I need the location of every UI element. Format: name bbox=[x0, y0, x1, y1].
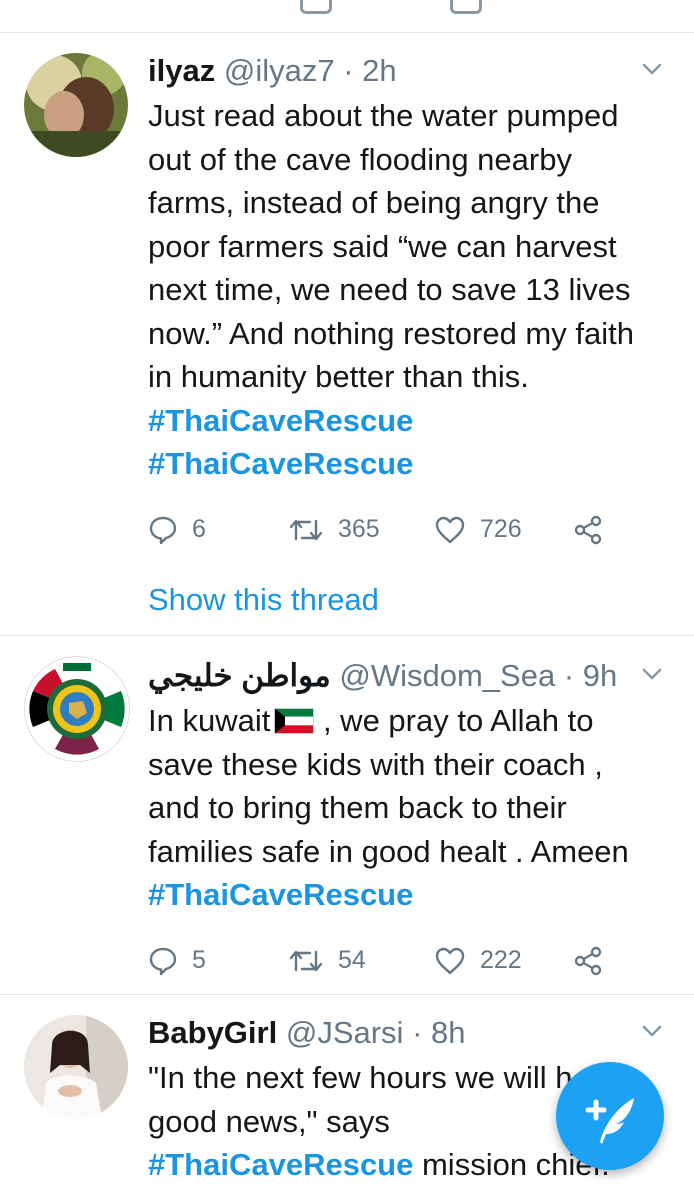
text-line: farms, instead of being angry the bbox=[148, 185, 600, 220]
like-button[interactable]: 726 bbox=[434, 510, 522, 550]
display-name[interactable]: ilyaz bbox=[148, 53, 215, 88]
chevron-down-icon[interactable] bbox=[640, 662, 664, 686]
share-icon bbox=[574, 946, 602, 975]
retweet-icon bbox=[289, 950, 323, 971]
compose-tweet-button[interactable] bbox=[556, 1062, 664, 1170]
tweet-header: BabyGirl @JSarsi · 8h bbox=[148, 1013, 664, 1053]
timestamp[interactable]: 8h bbox=[431, 1015, 465, 1050]
reply-icon bbox=[300, 0, 332, 14]
user-handle[interactable]: @Wisdom_Sea bbox=[339, 658, 555, 693]
user-handle[interactable]: @ilyaz7 bbox=[224, 53, 335, 88]
tweet-text: In kuwait , we pray to Allah to save the… bbox=[148, 699, 664, 917]
timestamp[interactable]: 9h bbox=[583, 658, 617, 693]
retweet-icon bbox=[289, 519, 323, 540]
retweet-count: 54 bbox=[338, 946, 366, 974]
tweet-header: ilyaz @ilyaz7 · 2h bbox=[148, 51, 664, 91]
tweet-actions: 6 365 726 bbox=[148, 510, 664, 550]
text-line: Just read about the water pumped bbox=[148, 98, 619, 133]
text-line: families safe in good healt . Ameen bbox=[148, 833, 629, 869]
text-line: in humanity better than this. bbox=[148, 359, 529, 394]
tweet-actions: 5 54 222 bbox=[148, 941, 664, 981]
tweet-header: مواطن خليجي @Wisdom_Sea · 9h bbox=[148, 656, 664, 696]
like-icon bbox=[450, 0, 482, 14]
text-fragment: , we pray to Allah to bbox=[314, 703, 594, 738]
display-name[interactable]: مواطن خليجي bbox=[148, 658, 331, 693]
retweet-button[interactable]: 365 bbox=[288, 510, 380, 550]
reply-icon bbox=[149, 516, 177, 544]
text-fragment: In kuwait bbox=[148, 703, 271, 738]
show-thread-link[interactable]: Show this thread bbox=[148, 582, 379, 617]
text-line: poor farmers said “we can harvest bbox=[148, 228, 617, 264]
retweet-count: 365 bbox=[338, 515, 380, 543]
timestamp[interactable]: 2h bbox=[362, 53, 396, 88]
like-count: 222 bbox=[480, 946, 522, 974]
kuwait-flag-icon bbox=[274, 708, 315, 734]
heart-icon bbox=[435, 516, 465, 543]
separator: · bbox=[343, 53, 354, 88]
tweet-text: Just read about the water pumped out of … bbox=[148, 94, 664, 486]
text-line: next time, we need to save 13 lives bbox=[148, 272, 631, 307]
tweet-card[interactable]: ilyaz @ilyaz7 · 2h Just read about the w… bbox=[0, 33, 694, 636]
display-name[interactable]: BabyGirl bbox=[148, 1015, 277, 1050]
text-line: save these kids with their coach , bbox=[148, 746, 603, 782]
reply-button[interactable]: 6 bbox=[148, 510, 206, 550]
heart-icon bbox=[435, 947, 465, 974]
like-count: 726 bbox=[480, 515, 522, 543]
avatar[interactable] bbox=[24, 1015, 128, 1119]
reply-count: 5 bbox=[192, 946, 206, 974]
hashtag-link[interactable]: #ThaiCaveRescue bbox=[148, 1147, 413, 1182]
text-line: and to bring them back to their bbox=[148, 790, 567, 825]
user-handle[interactable]: @JSarsi bbox=[286, 1015, 404, 1050]
avatar[interactable] bbox=[24, 656, 130, 762]
avatar[interactable] bbox=[24, 53, 128, 157]
text-line: now.” And nothing restored my faith bbox=[148, 315, 634, 351]
share-icon bbox=[574, 515, 602, 544]
chevron-down-icon[interactable] bbox=[640, 1019, 664, 1043]
reply-icon bbox=[149, 947, 177, 975]
share-button[interactable] bbox=[572, 941, 618, 981]
retweet-button[interactable]: 54 bbox=[288, 941, 366, 981]
chevron-down-icon[interactable] bbox=[640, 57, 664, 81]
share-button[interactable] bbox=[572, 510, 618, 550]
hashtag-link[interactable]: #ThaiCaveRescue bbox=[148, 446, 413, 481]
tweet-card[interactable]: مواطن خليجي @Wisdom_Sea · 9h In kuwait ,… bbox=[0, 636, 694, 995]
reply-count: 6 bbox=[192, 515, 206, 543]
hashtag-link[interactable]: #ThaiCaveRescue bbox=[148, 403, 413, 438]
previous-tweet-actions bbox=[0, 0, 694, 33]
compose-tweet-icon bbox=[585, 1098, 634, 1144]
text-line: out of the cave flooding nearby bbox=[148, 141, 572, 177]
reply-button[interactable]: 5 bbox=[148, 941, 206, 981]
separator: · bbox=[412, 1015, 423, 1050]
hashtag-link[interactable]: #ThaiCaveRescue bbox=[148, 877, 413, 912]
separator: · bbox=[563, 658, 575, 693]
like-button[interactable]: 222 bbox=[434, 941, 522, 981]
